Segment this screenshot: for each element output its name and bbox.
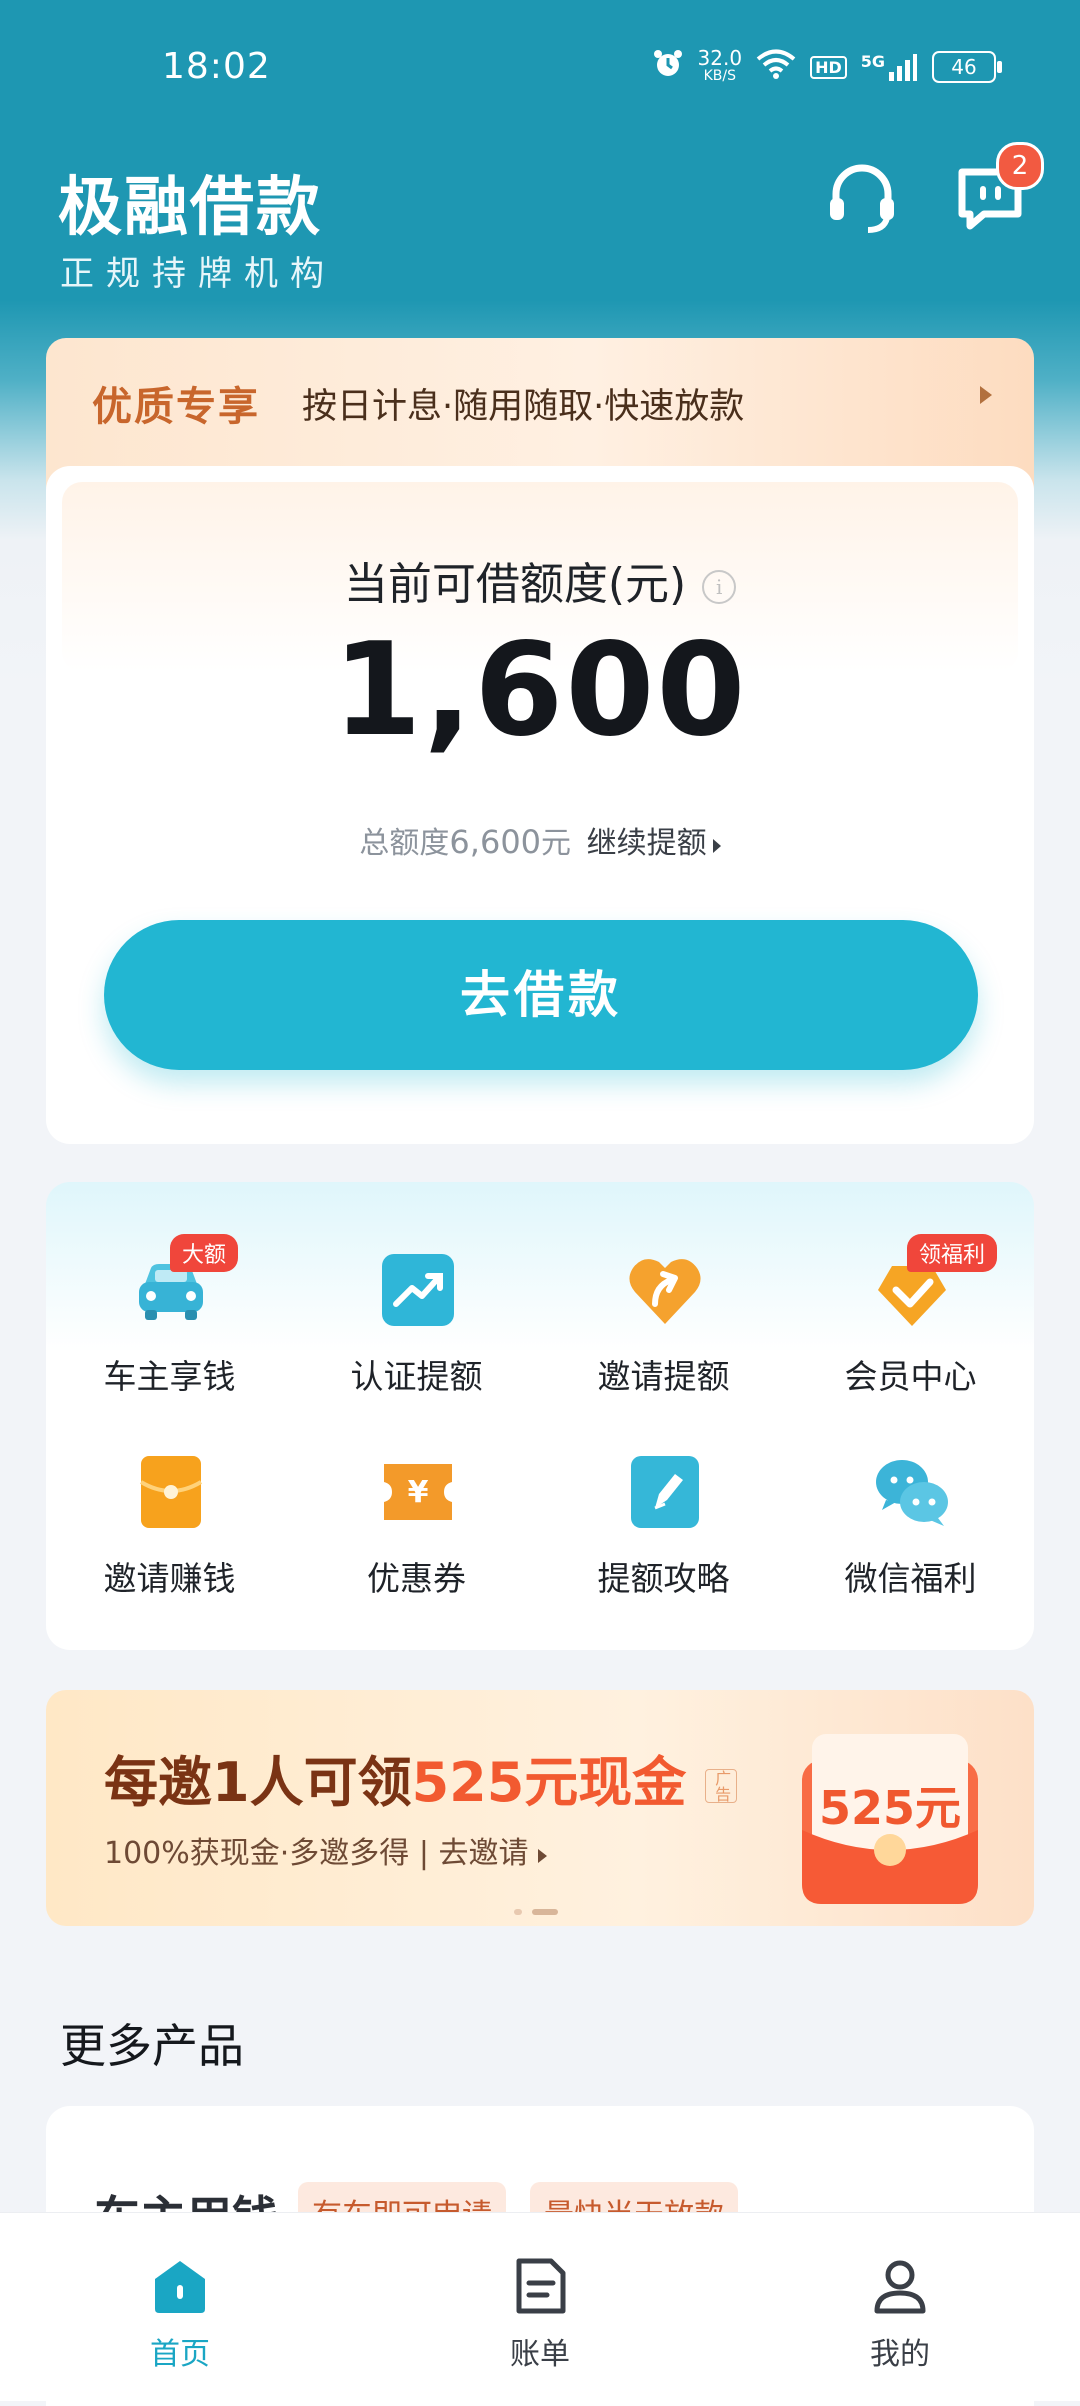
svg-text:¥: ¥ [408,1475,429,1510]
packet-amount: 525元 [818,1781,962,1835]
available-limit-label: 当前可借额度(元) i [46,548,1034,612]
ad-tag: 广告 [705,1769,738,1804]
service-verify-raise[interactable]: 认证提额 [293,1250,540,1450]
tab-home[interactable]: 首页 [80,2255,280,2373]
borrow-button[interactable]: 去借款 [104,920,978,1070]
service-label: 认证提额 [350,1357,483,1396]
promo-text: 按日计息·随用随取·快速放款 [302,387,745,427]
tab-profile[interactable]: 我的 [800,2255,1000,2373]
service-label: 提额攻略 [597,1559,730,1598]
alarm-icon [652,48,684,86]
banner-headline: 每邀1人可领525元现金 广告 [104,1738,761,1817]
service-label: 微信福利 [844,1559,977,1598]
service-coupons[interactable]: ¥ 优惠券 [293,1452,540,1652]
chevron-right-icon [980,386,992,404]
more-products-title: 更多产品 [60,2019,244,2073]
service-label: 车主享钱 [103,1357,236,1396]
message-count-badge: 2 [996,142,1044,190]
credit-card: 当前可借额度(元) i 1,600 总额度6,600元 继续提额 去借款 [46,466,1034,1144]
network-speed: 32.0 KB/S [697,46,743,84]
bill-icon [516,2258,566,2314]
benefits-badge: 领福利 [907,1234,998,1272]
service-raise-guide[interactable]: 提额攻略 [540,1452,787,1652]
app-title: 极融借款 [58,171,322,245]
status-bar: 18:02 32.0 KB/S HD 5G 46 [0,0,1080,140]
big-amount-badge: 大额 [170,1234,239,1272]
service-label: 邀请提额 [597,1357,730,1396]
carousel-dots [514,1900,568,1919]
raise-limit-link[interactable]: 继续提额 [587,826,721,861]
home-icon [155,2261,205,2313]
service-invite-earn[interactable]: 邀请赚钱 [46,1452,293,1652]
info-icon[interactable]: i [702,570,737,604]
status-time: 18:02 [162,46,271,87]
status-icons: 32.0 KB/S HD 5G 46 [652,46,1002,86]
wechat-icon [876,1460,948,1526]
signal-icon: 5G [861,52,918,82]
coupon-icon: ¥ [384,1464,452,1520]
service-label: 邀请赚钱 [103,1559,236,1598]
profile-icon [874,2260,926,2314]
tab-bill[interactable]: 账单 [440,2255,640,2373]
banner-subtitle: 100%获现金·多邀多得 | 去邀请 [104,1828,547,1872]
total-limit-row: 总额度6,600元 继续提额 [46,818,1034,862]
battery-indicator: 46 [932,51,1002,83]
heart-arrow-icon [629,1259,701,1324]
app-subtitle: 正规持牌机构 [60,254,336,294]
service-label: 会员中心 [844,1357,977,1396]
tab-label: 账单 [510,2337,570,2372]
headset-icon [830,164,894,233]
tab-label: 首页 [150,2337,210,2372]
service-label: 优惠券 [367,1559,466,1598]
messages-button[interactable]: 2 [950,142,1044,238]
invite-banner[interactable]: 每邀1人可领525元现金 广告 100%获现金·多邀多得 | 去邀请 525元 [46,1690,1034,1926]
available-limit-amount: 1,600 [332,616,748,765]
trend-up-icon [382,1254,454,1326]
service-invite-raise[interactable]: 邀请提额 [540,1250,787,1450]
pencil-icon [631,1456,699,1528]
envelope-icon [139,1456,203,1528]
tab-label: 我的 [870,2337,930,2372]
service-wechat-benefits[interactable]: 微信福利 [787,1452,1034,1652]
hd-icon: HD [810,55,847,79]
bottom-tab-bar: 首页 账单 我的 [0,2212,1080,2401]
wifi-icon [756,48,796,86]
promo-tag: 优质专享 [92,383,260,430]
total-limit-value: 6,600 [449,823,542,861]
service-member-center[interactable]: 领福利 会员中心 [787,1234,1034,1450]
customer-service-button[interactable] [822,158,902,238]
service-car-owner[interactable]: 大额 车主享钱 [46,1234,293,1450]
services-grid: 大额 车主享钱 认证提额 邀请提额 领福利 会员中心 邀请赚钱 ¥ 优惠券 提额… [46,1182,1034,1650]
red-packet-image: 525元 [792,1720,988,1910]
